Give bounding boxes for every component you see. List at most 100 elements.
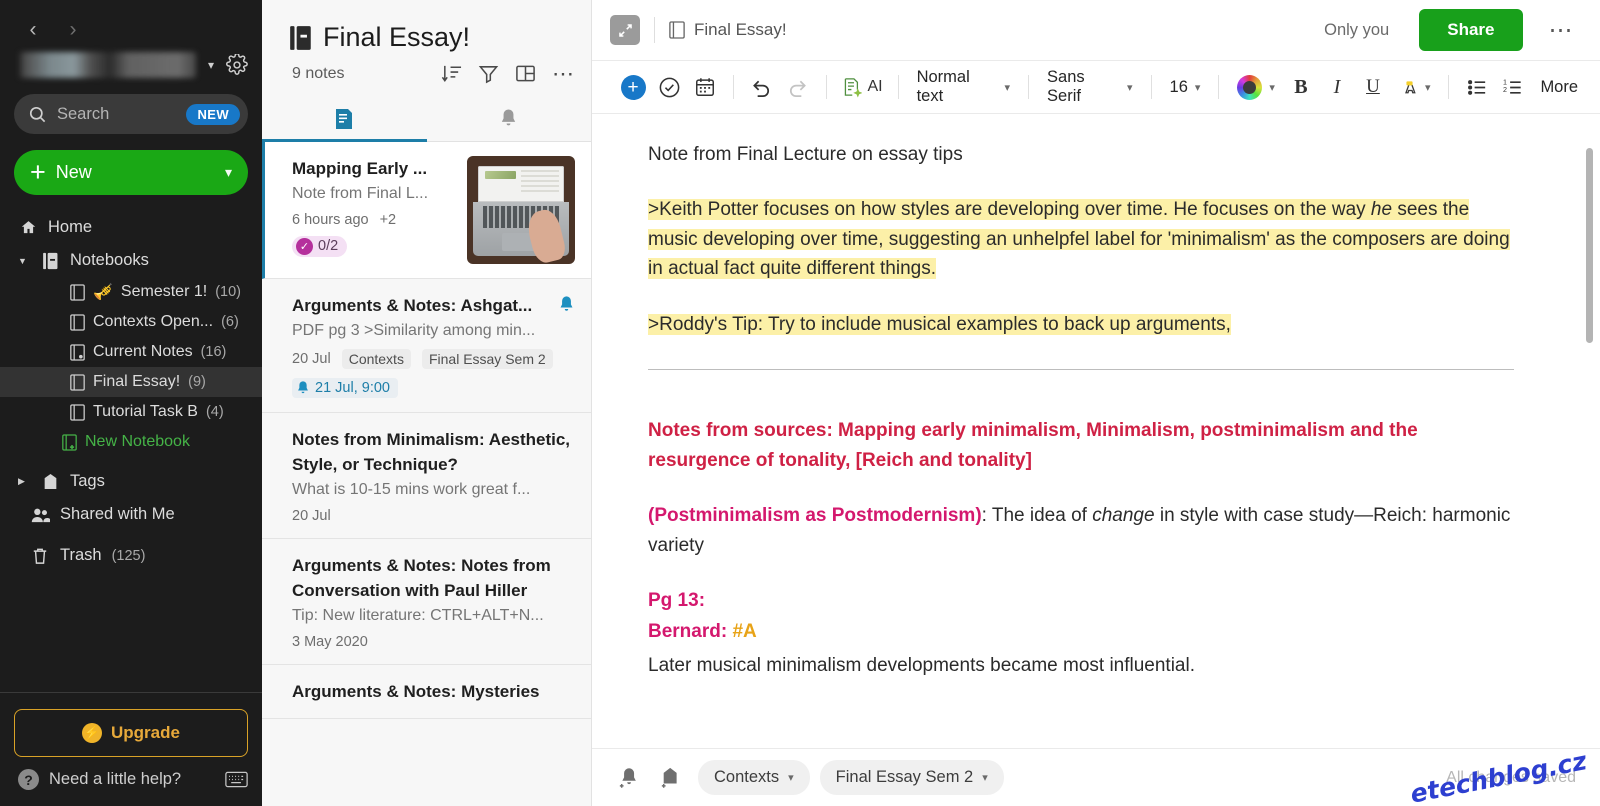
sidebar-item-label: Shared with Me	[60, 505, 175, 523]
doc-divider	[648, 369, 1514, 371]
sidebar-item-trash[interactable]: Trash (125)	[0, 539, 262, 572]
back-icon[interactable]: ‹	[18, 14, 48, 44]
filter-icon[interactable]	[478, 63, 499, 84]
note-tag[interactable]: Final Essay Sem 2	[421, 348, 553, 369]
redo-button[interactable]	[781, 70, 815, 104]
calendar-button[interactable]	[688, 70, 722, 104]
sidebar-item-tags[interactable]: ▶ Tags	[0, 465, 262, 498]
chevron-down-icon[interactable]: ▾	[225, 164, 232, 181]
notebook-icon	[70, 403, 85, 421]
sidebar-notebook-current-notes[interactable]: Current Notes (16)	[0, 337, 262, 367]
chevron-down-icon: ▾	[1127, 81, 1133, 94]
new-button[interactable]: + New ▾	[14, 150, 248, 195]
note-tag-contexts[interactable]: Contexts ▾	[698, 760, 810, 795]
keyboard-icon[interactable]	[225, 771, 248, 788]
text-color-select[interactable]: ▾	[1230, 70, 1282, 104]
gear-icon[interactable]	[226, 54, 248, 76]
list-item[interactable]: Arguments & Notes: Notes from Conversati…	[262, 538, 591, 665]
note-title: Arguments & Notes: Ashgat...	[292, 296, 533, 315]
bell-icon	[296, 380, 310, 396]
ai-button[interactable]: AI	[838, 70, 887, 104]
note-snippet: What is 10-15 mins work great f...	[292, 480, 531, 498]
undo-button[interactable]	[745, 70, 779, 104]
sidebar-notebook-final-essay[interactable]: Final Essay! (9)	[0, 367, 262, 397]
formatting-toolbar: + AI Normal text ▾ Sans Serif ▾ 16 ▾ ▾ B…	[592, 61, 1600, 114]
underline-button[interactable]: U	[1356, 70, 1390, 104]
tag-plus-icon[interactable]	[656, 766, 688, 790]
bernard-tag[interactable]: #A	[732, 621, 756, 642]
search-new-badge: NEW	[186, 103, 240, 125]
numbered-list-button[interactable]: 12	[1496, 70, 1530, 104]
notebook-star-icon	[70, 343, 85, 361]
sidebar-notebook-tutorial-task-b[interactable]: Tutorial Task B (4)	[0, 397, 262, 427]
sidebar-nav-list: Home ▼ Notebooks 🎺 Semester 1! (10) Cont…	[0, 211, 262, 684]
more-horizontal-icon[interactable]: ⋯	[1537, 16, 1587, 45]
list-item[interactable]: Notes from Minimalism: Aesthetic, Style,…	[262, 412, 591, 539]
sidebar-notebook-semester-1[interactable]: 🎺 Semester 1! (10)	[0, 277, 262, 307]
chevron-right-icon[interactable]: ▶	[18, 476, 30, 487]
paragraph-style-select[interactable]: Normal text ▾	[910, 68, 1018, 105]
insert-button[interactable]: +	[616, 70, 650, 104]
bell-plus-icon[interactable]	[614, 766, 646, 790]
more-horizontal-icon[interactable]: ⋯	[552, 62, 575, 84]
people-icon	[30, 507, 50, 523]
sort-icon[interactable]	[441, 63, 462, 84]
task-badge-label: 0/2	[318, 238, 339, 254]
privacy-label[interactable]: Only you	[1324, 21, 1389, 40]
sidebar-notebook-contexts-open[interactable]: Contexts Open... (6)	[0, 307, 262, 337]
italic-button[interactable]: I	[1320, 70, 1354, 104]
sidebar-item-shared-with-me[interactable]: Shared with Me	[0, 498, 262, 531]
scrollbar[interactable]	[1586, 148, 1593, 343]
document-content[interactable]: Note from Final Lecture on essay tips >K…	[592, 140, 1600, 680]
font-family-select[interactable]: Sans Serif ▾	[1040, 68, 1140, 105]
redo-icon	[790, 80, 807, 97]
chevron-down-icon: ▾	[1194, 81, 1201, 94]
task-button[interactable]	[652, 70, 686, 104]
search-input[interactable]: Search NEW	[14, 94, 248, 134]
sidebar-item-home[interactable]: Home	[0, 211, 262, 244]
more-formatting-button[interactable]: More	[1532, 78, 1586, 97]
app-window: ‹ › ▾ Search NEW + New ▾ Home ▼ Notebook…	[0, 0, 1600, 806]
list-item[interactable]: Arguments & Notes: Ashgat... PDF pg 3 >S…	[262, 279, 591, 413]
chevron-down-icon[interactable]: ▾	[204, 58, 218, 72]
font-size-value: 16	[1169, 77, 1188, 96]
note-date: 6 hours ago	[292, 211, 369, 228]
trash-count: (125)	[111, 547, 146, 564]
sidebar-item-label: Final Essay!	[93, 373, 181, 390]
share-button[interactable]: Share	[1419, 9, 1523, 51]
notebook-emoji: 🎺	[93, 284, 113, 301]
list-item[interactable]: Mapping Early ... Note from Final L... 6…	[262, 142, 591, 279]
layout-icon[interactable]	[515, 63, 536, 84]
breadcrumb[interactable]: Final Essay!	[669, 20, 787, 40]
note-tag[interactable]: Contexts	[341, 348, 411, 369]
account-row[interactable]: ▾	[0, 48, 262, 88]
doc-page-label: Pg 13:	[648, 589, 706, 611]
forward-icon[interactable]: ›	[58, 14, 88, 44]
tab-reminders[interactable]	[427, 96, 592, 141]
reminder-badge: 21 Jul, 9:00	[292, 377, 398, 398]
editor-top-bar: Final Essay! Only you Share ⋯	[592, 0, 1600, 61]
note-tag-final-essay-sem-2[interactable]: Final Essay Sem 2 ▾	[819, 760, 1004, 795]
bulleted-list-button[interactable]	[1460, 70, 1494, 104]
numbered-list-icon: 12	[1503, 78, 1522, 93]
note-snippet: PDF pg 3 >Similarity among min...	[292, 321, 536, 339]
upgrade-button[interactable]: ⚡ Upgrade	[14, 709, 248, 757]
new-notebook-button[interactable]: New Notebook	[0, 427, 262, 457]
font-size-select[interactable]: 16 ▾	[1163, 70, 1208, 104]
help-row[interactable]: ? Need a little help?	[0, 757, 262, 806]
sidebar-item-notebooks[interactable]: ▼ Notebooks	[0, 244, 262, 277]
note-date: 3 May 2020	[292, 633, 368, 650]
help-label: Need a little help?	[49, 770, 182, 788]
chevron-down-icon[interactable]: ▼	[18, 256, 30, 266]
tab-notes[interactable]	[262, 96, 427, 142]
ai-label: AI	[867, 78, 883, 95]
editor-body[interactable]: Note from Final Lecture on essay tips >K…	[592, 114, 1600, 748]
bold-button[interactable]: B	[1284, 70, 1318, 104]
highlight-select[interactable]: ▾	[1392, 70, 1438, 104]
expand-icon[interactable]	[610, 15, 640, 45]
ai-sparkle-icon	[844, 78, 863, 98]
sidebar-item-label: Current Notes	[93, 343, 193, 360]
sidebar-item-label: Tutorial Task B	[93, 403, 198, 420]
save-status: All changes saved etechblog.cz	[1408, 746, 1589, 806]
list-item[interactable]: Arguments & Notes: Mysteries	[262, 664, 591, 719]
